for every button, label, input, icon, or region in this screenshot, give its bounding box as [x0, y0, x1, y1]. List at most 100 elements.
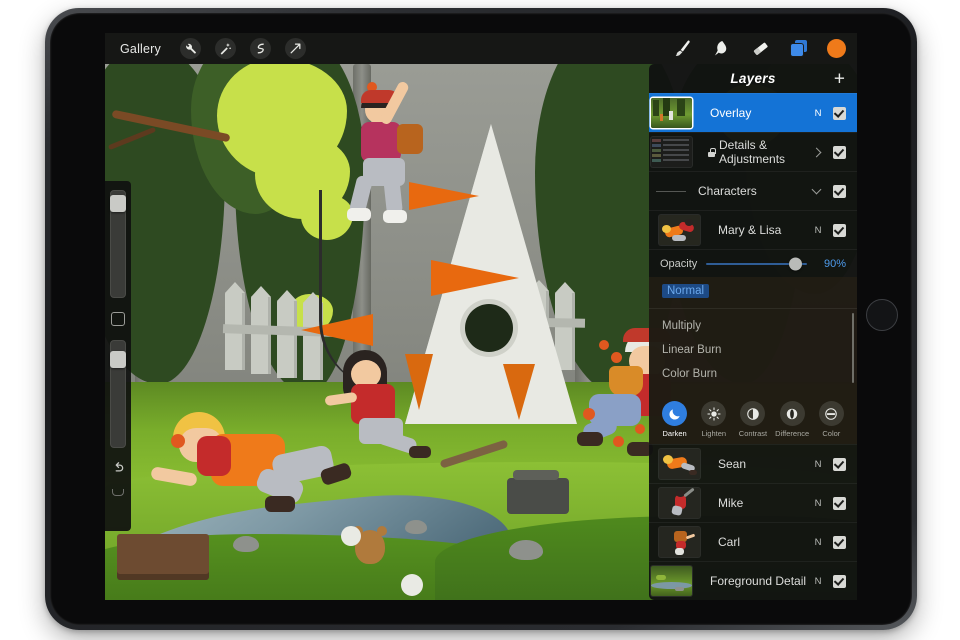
layer-blend-mode[interactable]: N — [807, 459, 829, 470]
layers-panel-header: Layers + — [649, 64, 857, 93]
color-swatch[interactable] — [827, 39, 846, 58]
layer-blend-mode[interactable]: N — [807, 225, 829, 236]
top-toolbar: Gallery — [105, 33, 857, 64]
blend-category-contrast[interactable]: Contrast — [735, 401, 771, 438]
layer-row-carl[interactable]: Carl N — [649, 522, 857, 561]
brush-opacity-slider[interactable] — [110, 340, 126, 448]
layer-thumbnail — [651, 566, 692, 596]
layer-thumbnail — [659, 449, 700, 479]
layer-name: Characters — [698, 184, 757, 198]
layer-name: Overlay — [710, 106, 752, 120]
transform-arrow-icon[interactable] — [285, 38, 306, 59]
blend-mode-option[interactable]: Multiply — [649, 314, 857, 338]
layer-blend-mode[interactable]: N — [807, 576, 829, 587]
opacity-slider[interactable] — [706, 257, 807, 270]
toolbox-lid — [513, 470, 559, 480]
undo-icon[interactable] — [111, 461, 125, 480]
layer-visibility-checkbox[interactable] — [833, 535, 846, 549]
paint-brush-icon[interactable] — [671, 38, 693, 60]
tent-flag — [431, 260, 519, 296]
layer-thumbnail — [651, 98, 692, 128]
soccer-ball — [401, 574, 423, 596]
layer-blend-mode[interactable]: N — [807, 108, 829, 119]
layer-row-characters[interactable]: Characters — [649, 171, 857, 210]
opacity-value: 90% — [823, 257, 846, 270]
chevron-down-icon[interactable] — [811, 184, 822, 195]
panel-title: Layers — [730, 71, 776, 86]
teddy-bear-ear — [377, 526, 387, 536]
blend-category-label: Color — [822, 429, 841, 438]
blend-mode-current[interactable]: Normal — [662, 284, 710, 298]
redo-icon[interactable] — [112, 489, 124, 496]
rock — [233, 536, 259, 552]
layers-icon[interactable] — [788, 38, 810, 60]
blend-category-darken[interactable]: Darken — [657, 401, 693, 438]
brush-size-slider[interactable] — [110, 190, 126, 298]
left-sidebar — [105, 181, 131, 531]
scrollbar[interactable] — [852, 313, 854, 383]
blend-mode-list: Multiply Linear Burn Color Burn — [649, 308, 857, 386]
eraser-icon[interactable] — [749, 38, 771, 60]
layer-visibility-checkbox[interactable] — [833, 145, 846, 159]
layer-thumbnail — [659, 215, 700, 245]
apple — [613, 436, 624, 447]
layer-visibility-checkbox[interactable] — [833, 457, 846, 471]
character-mary — [331, 80, 451, 234]
layer-name: Carl — [718, 535, 741, 549]
gallery-button[interactable]: Gallery — [115, 39, 166, 59]
adjustments-wand-icon[interactable] — [215, 38, 236, 59]
add-layer-button[interactable]: + — [834, 69, 845, 88]
fence-picket — [277, 290, 297, 378]
bottom-layer-list: Sean N Mike N Carl N Foreground Detail N — [649, 444, 857, 600]
lock-icon — [708, 147, 716, 157]
layer-row-mary-lisa[interactable]: Mary & Lisa N — [649, 210, 857, 249]
tent-opening — [465, 304, 513, 352]
layer-row-foreground-detail[interactable]: Foreground Detail N — [649, 561, 857, 600]
wooden-crate — [117, 534, 209, 580]
blend-mode-option[interactable]: Linear Burn — [649, 338, 857, 362]
layer-thumbnail — [659, 488, 700, 518]
actions-wrench-icon[interactable] — [180, 38, 201, 59]
modify-button[interactable] — [111, 312, 125, 326]
fence-picket — [251, 286, 271, 374]
layer-thumbnail — [651, 137, 692, 167]
toolbar-left-group: Gallery — [105, 38, 306, 59]
tablet-screen: Gallery Layers + Overlay N Details & Adj… — [105, 33, 857, 600]
contrast-icon — [740, 401, 766, 426]
layer-row-overlay[interactable]: Overlay N — [649, 93, 857, 132]
blend-mode-popup: Normal Multiply Linear Burn Color Burn D… — [649, 277, 857, 444]
difference-icon — [779, 401, 805, 426]
blend-category-label: Contrast — [738, 429, 768, 438]
blend-category-bar: Darken Lighten Contrast Difference Color — [649, 401, 857, 438]
layer-row-sean[interactable]: Sean N — [649, 444, 857, 483]
layer-row-mike[interactable]: Mike N — [649, 483, 857, 522]
blend-category-lighten[interactable]: Lighten — [696, 401, 732, 438]
home-button[interactable] — [866, 299, 898, 331]
smudge-icon[interactable] — [710, 38, 732, 60]
layer-row-details-adjustments[interactable]: Details & Adjustments — [649, 132, 857, 171]
blend-category-difference[interactable]: Difference — [774, 401, 810, 438]
brush-size-thumb[interactable] — [110, 195, 126, 212]
layer-visibility-checkbox[interactable] — [833, 106, 846, 120]
brush-opacity-thumb[interactable] — [110, 351, 126, 368]
layer-blend-mode[interactable]: N — [807, 498, 829, 509]
layer-visibility-checkbox[interactable] — [833, 574, 846, 588]
group-indicator — [656, 190, 686, 192]
layer-thumbnail — [659, 527, 700, 557]
color-icon — [818, 401, 844, 426]
blend-category-color[interactable]: Color — [813, 401, 849, 438]
chevron-right-icon[interactable] — [811, 147, 822, 157]
apple — [583, 408, 595, 420]
layer-visibility-checkbox[interactable] — [833, 223, 846, 237]
blend-mode-option[interactable]: Color Burn — [649, 362, 857, 386]
layer-visibility-checkbox[interactable] — [833, 496, 846, 510]
layer-name: Mary & Lisa — [718, 223, 782, 237]
opacity-label: Opacity — [660, 257, 698, 270]
layer-visibility-checkbox[interactable] — [833, 184, 846, 198]
selection-icon[interactable] — [250, 38, 271, 59]
ground-flag — [503, 364, 535, 420]
blend-category-label: Difference — [775, 429, 810, 438]
layers-panel: Layers + Overlay N Details & Adjustments… — [649, 64, 857, 600]
opacity-slider-thumb[interactable] — [789, 257, 802, 270]
layer-blend-mode[interactable]: N — [807, 537, 829, 548]
